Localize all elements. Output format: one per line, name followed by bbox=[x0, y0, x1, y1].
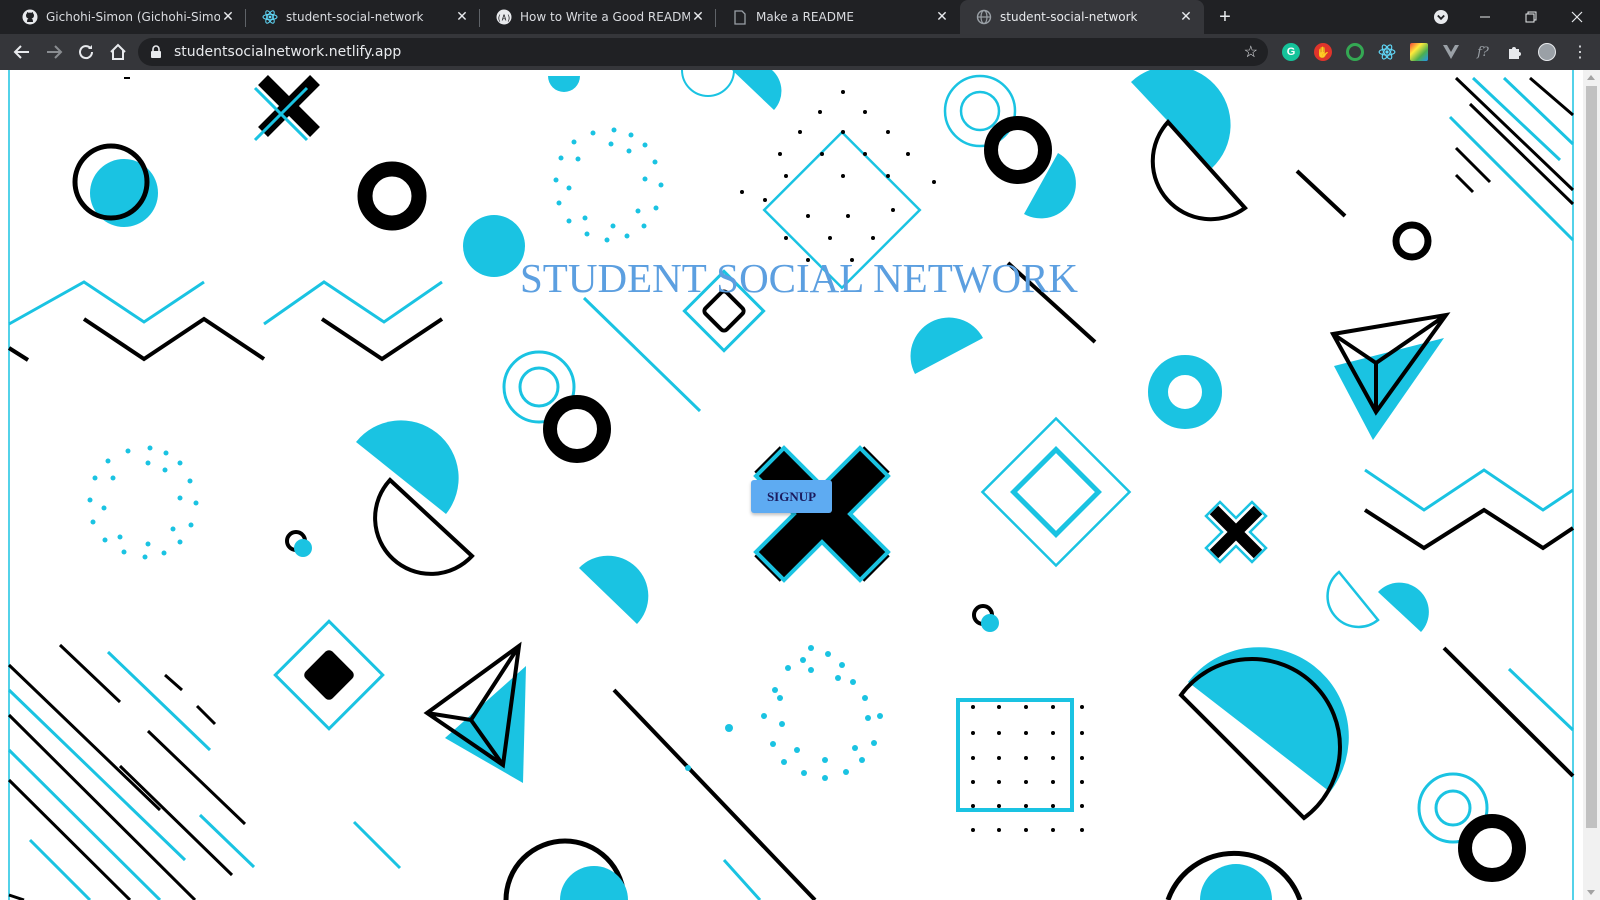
circle-extension-icon[interactable] bbox=[1346, 43, 1364, 61]
restore-icon[interactable] bbox=[1508, 0, 1554, 34]
close-tab-icon[interactable]: ✕ bbox=[1178, 9, 1194, 25]
adblock-icon[interactable]: ✋ bbox=[1314, 43, 1332, 61]
github-icon bbox=[22, 9, 38, 25]
lock-icon[interactable] bbox=[150, 45, 162, 64]
vertical-scrollbar[interactable] bbox=[1583, 70, 1600, 900]
minimize-icon[interactable] bbox=[1462, 0, 1508, 34]
page-icon bbox=[732, 9, 748, 25]
puzzle-icon[interactable] bbox=[1506, 43, 1524, 61]
tab-make-a-readme[interactable]: Make a README ✕ bbox=[716, 0, 960, 34]
reload-icon[interactable] bbox=[72, 38, 100, 66]
react-devtools-icon[interactable] bbox=[1378, 43, 1396, 61]
svg-text:(A): (A) bbox=[497, 14, 511, 23]
close-window-icon[interactable] bbox=[1554, 0, 1600, 34]
tab-student-social-network-active[interactable]: student-social-network ✕ bbox=[960, 0, 1204, 34]
page-viewport: STUDENT SOCIAL NETWORK SIGNUP bbox=[0, 70, 1600, 900]
scroll-down-arrow-icon[interactable] bbox=[1587, 890, 1595, 895]
home-icon[interactable] bbox=[104, 38, 132, 66]
vue-devtools-icon[interactable] bbox=[1442, 43, 1460, 61]
profile-avatar-icon[interactable] bbox=[1538, 43, 1556, 61]
tab-title: Make a README bbox=[756, 10, 854, 24]
tab-strip: Gichohi-Simon (Gichohi-Simon) ✕ student-… bbox=[0, 0, 1600, 34]
grammarly-icon[interactable]: G bbox=[1282, 43, 1300, 61]
color-extension-icon[interactable] bbox=[1410, 43, 1428, 61]
tab-title: student-social-network bbox=[1000, 10, 1138, 24]
tab-readme-article[interactable]: (A) How to Write a Good README Fi ✕ bbox=[480, 0, 716, 34]
tab-student-social-network-1[interactable]: student-social-network ✕ bbox=[246, 0, 480, 34]
scroll-up-arrow-icon[interactable] bbox=[1587, 75, 1595, 80]
freecodecamp-icon: (A) bbox=[496, 9, 512, 25]
close-tab-icon[interactable]: ✕ bbox=[934, 9, 950, 25]
scrollbar-thumb[interactable] bbox=[1586, 86, 1597, 828]
url-text[interactable]: studentsocialnetwork.netlify.app bbox=[174, 44, 401, 60]
address-bar[interactable]: studentsocialnetwork.netlify.app ☆ bbox=[138, 38, 1268, 66]
chrome-menu-icon[interactable]: ⋮ bbox=[1568, 38, 1592, 66]
bookmark-star-icon[interactable]: ☆ bbox=[1244, 42, 1258, 62]
globe-icon bbox=[976, 9, 992, 25]
new-tab-plus-icon[interactable]: + bbox=[1213, 5, 1237, 29]
tab-search-icon[interactable] bbox=[1418, 0, 1464, 34]
tab-title: How to Write a Good README Fi bbox=[520, 10, 690, 24]
tab-title: Gichohi-Simon (Gichohi-Simon) bbox=[46, 10, 220, 24]
tab-github-profile[interactable]: Gichohi-Simon (Gichohi-Simon) ✕ bbox=[6, 0, 246, 34]
close-tab-icon[interactable]: ✕ bbox=[454, 9, 470, 25]
formula-icon[interactable]: f? bbox=[1474, 43, 1492, 61]
back-arrow-icon[interactable] bbox=[8, 38, 36, 66]
react-icon bbox=[262, 9, 278, 25]
browser-toolbar: studentsocialnetwork.netlify.app ☆ G ✋ f… bbox=[0, 34, 1600, 70]
signup-button[interactable]: SIGNUP bbox=[751, 480, 832, 513]
tab-title: student-social-network bbox=[286, 10, 424, 24]
page-title: STUDENT SOCIAL NETWORK bbox=[520, 255, 1079, 301]
close-tab-icon[interactable]: ✕ bbox=[690, 9, 706, 25]
close-tab-icon[interactable]: ✕ bbox=[220, 9, 236, 25]
forward-arrow-icon[interactable] bbox=[40, 38, 68, 66]
